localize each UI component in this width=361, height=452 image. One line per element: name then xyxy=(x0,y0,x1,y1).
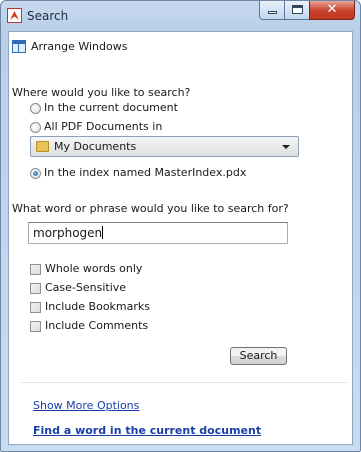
search-panel: Arrange Windows Where would you like to … xyxy=(8,31,353,445)
show-more-options-link[interactable]: Show More Options xyxy=(33,399,139,412)
radio-index-label: In the index named MasterIndex.pdx xyxy=(44,166,247,179)
folder-select-value: My Documents xyxy=(54,140,137,153)
chevron-down-icon xyxy=(282,145,290,149)
radio-current-document-label: In the current document xyxy=(44,101,178,114)
find-in-document-link[interactable]: Find a word in the current document xyxy=(33,424,261,437)
folder-icon xyxy=(36,141,49,152)
include-bookmarks-label: Include Bookmarks xyxy=(45,300,150,313)
close-icon: ✕ xyxy=(326,2,338,17)
arrange-windows-label: Arrange Windows xyxy=(31,40,128,53)
whole-words-checkbox[interactable] xyxy=(30,264,41,275)
whole-words-label: Whole words only xyxy=(45,262,143,275)
minimize-button[interactable] xyxy=(259,1,285,20)
minimize-icon xyxy=(268,11,277,14)
include-comments-checkbox[interactable] xyxy=(30,321,41,332)
where-heading: Where would you like to search? xyxy=(12,86,191,99)
search-input[interactable]: morphogen xyxy=(28,222,288,244)
divider xyxy=(21,382,347,383)
title-bar[interactable]: Search ✕ xyxy=(1,1,360,31)
search-input-value: morphogen xyxy=(33,226,103,240)
window-title: Search xyxy=(27,9,69,23)
case-sensitive-checkbox[interactable] xyxy=(30,283,41,294)
radio-all-pdf-documents-label: All PDF Documents in xyxy=(44,120,163,133)
folder-select[interactable]: My Documents xyxy=(30,136,299,157)
text-caret xyxy=(102,226,104,239)
maximize-icon xyxy=(292,5,303,14)
close-button[interactable]: ✕ xyxy=(309,1,355,20)
search-window: Search ✕ Arrange Windows Where would you… xyxy=(0,0,361,452)
radio-index[interactable] xyxy=(30,168,41,179)
maximize-button[interactable] xyxy=(284,1,310,20)
acrobat-app-icon xyxy=(7,8,22,23)
case-sensitive-label: Case-Sensitive xyxy=(45,281,127,294)
what-heading: What word or phrase would you like to se… xyxy=(12,202,289,215)
search-button[interactable]: Search xyxy=(230,347,287,365)
include-comments-label: Include Comments xyxy=(45,319,149,332)
radio-all-pdf-documents[interactable] xyxy=(30,122,41,133)
radio-current-document[interactable] xyxy=(30,103,41,114)
include-bookmarks-checkbox[interactable] xyxy=(30,302,41,313)
arrange-windows-icon xyxy=(12,40,26,53)
